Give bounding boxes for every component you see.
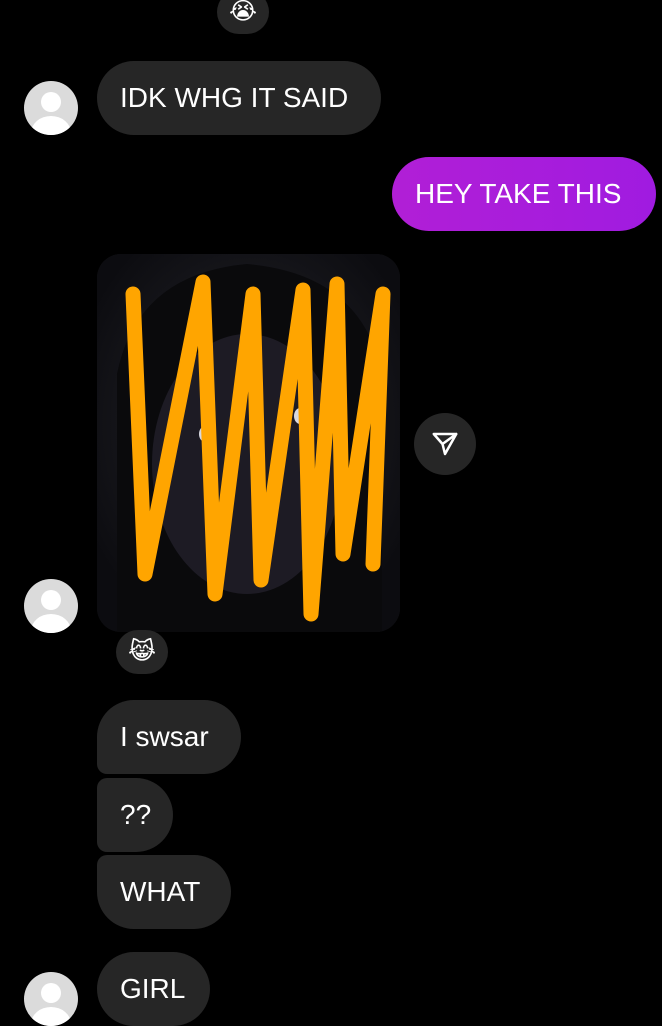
sender-avatar[interactable] — [24, 579, 78, 633]
avatar-body-icon — [31, 1007, 71, 1026]
received-message[interactable]: I swsar — [97, 700, 241, 774]
avatar-head-icon — [41, 92, 61, 112]
avatar-head-icon — [41, 590, 61, 610]
avatar-body-icon — [31, 116, 71, 135]
sender-avatar[interactable] — [24, 972, 78, 1026]
received-message[interactable]: ?? — [97, 778, 173, 852]
share-button[interactable] — [414, 413, 476, 475]
reaction-crying-emoji[interactable]: 😭 — [217, 0, 269, 34]
paper-plane-icon — [432, 432, 458, 456]
received-message[interactable]: GIRL — [97, 952, 210, 1026]
sent-message[interactable]: HEY TAKE THIS — [392, 157, 656, 231]
censored-photo-image — [97, 254, 400, 632]
received-message[interactable]: IDK WHG IT SAID — [97, 61, 381, 135]
photo-message[interactable] — [97, 254, 400, 632]
received-message[interactable]: WHAT — [97, 855, 231, 929]
crying-face-icon: 😭 — [228, 0, 258, 25]
sender-avatar[interactable] — [24, 81, 78, 135]
cat-tears-of-joy-icon: 😹 — [127, 638, 157, 665]
avatar-head-icon — [41, 983, 61, 1003]
avatar-body-icon — [31, 614, 71, 633]
reaction-cat-emoji[interactable]: 😹 — [116, 630, 168, 674]
